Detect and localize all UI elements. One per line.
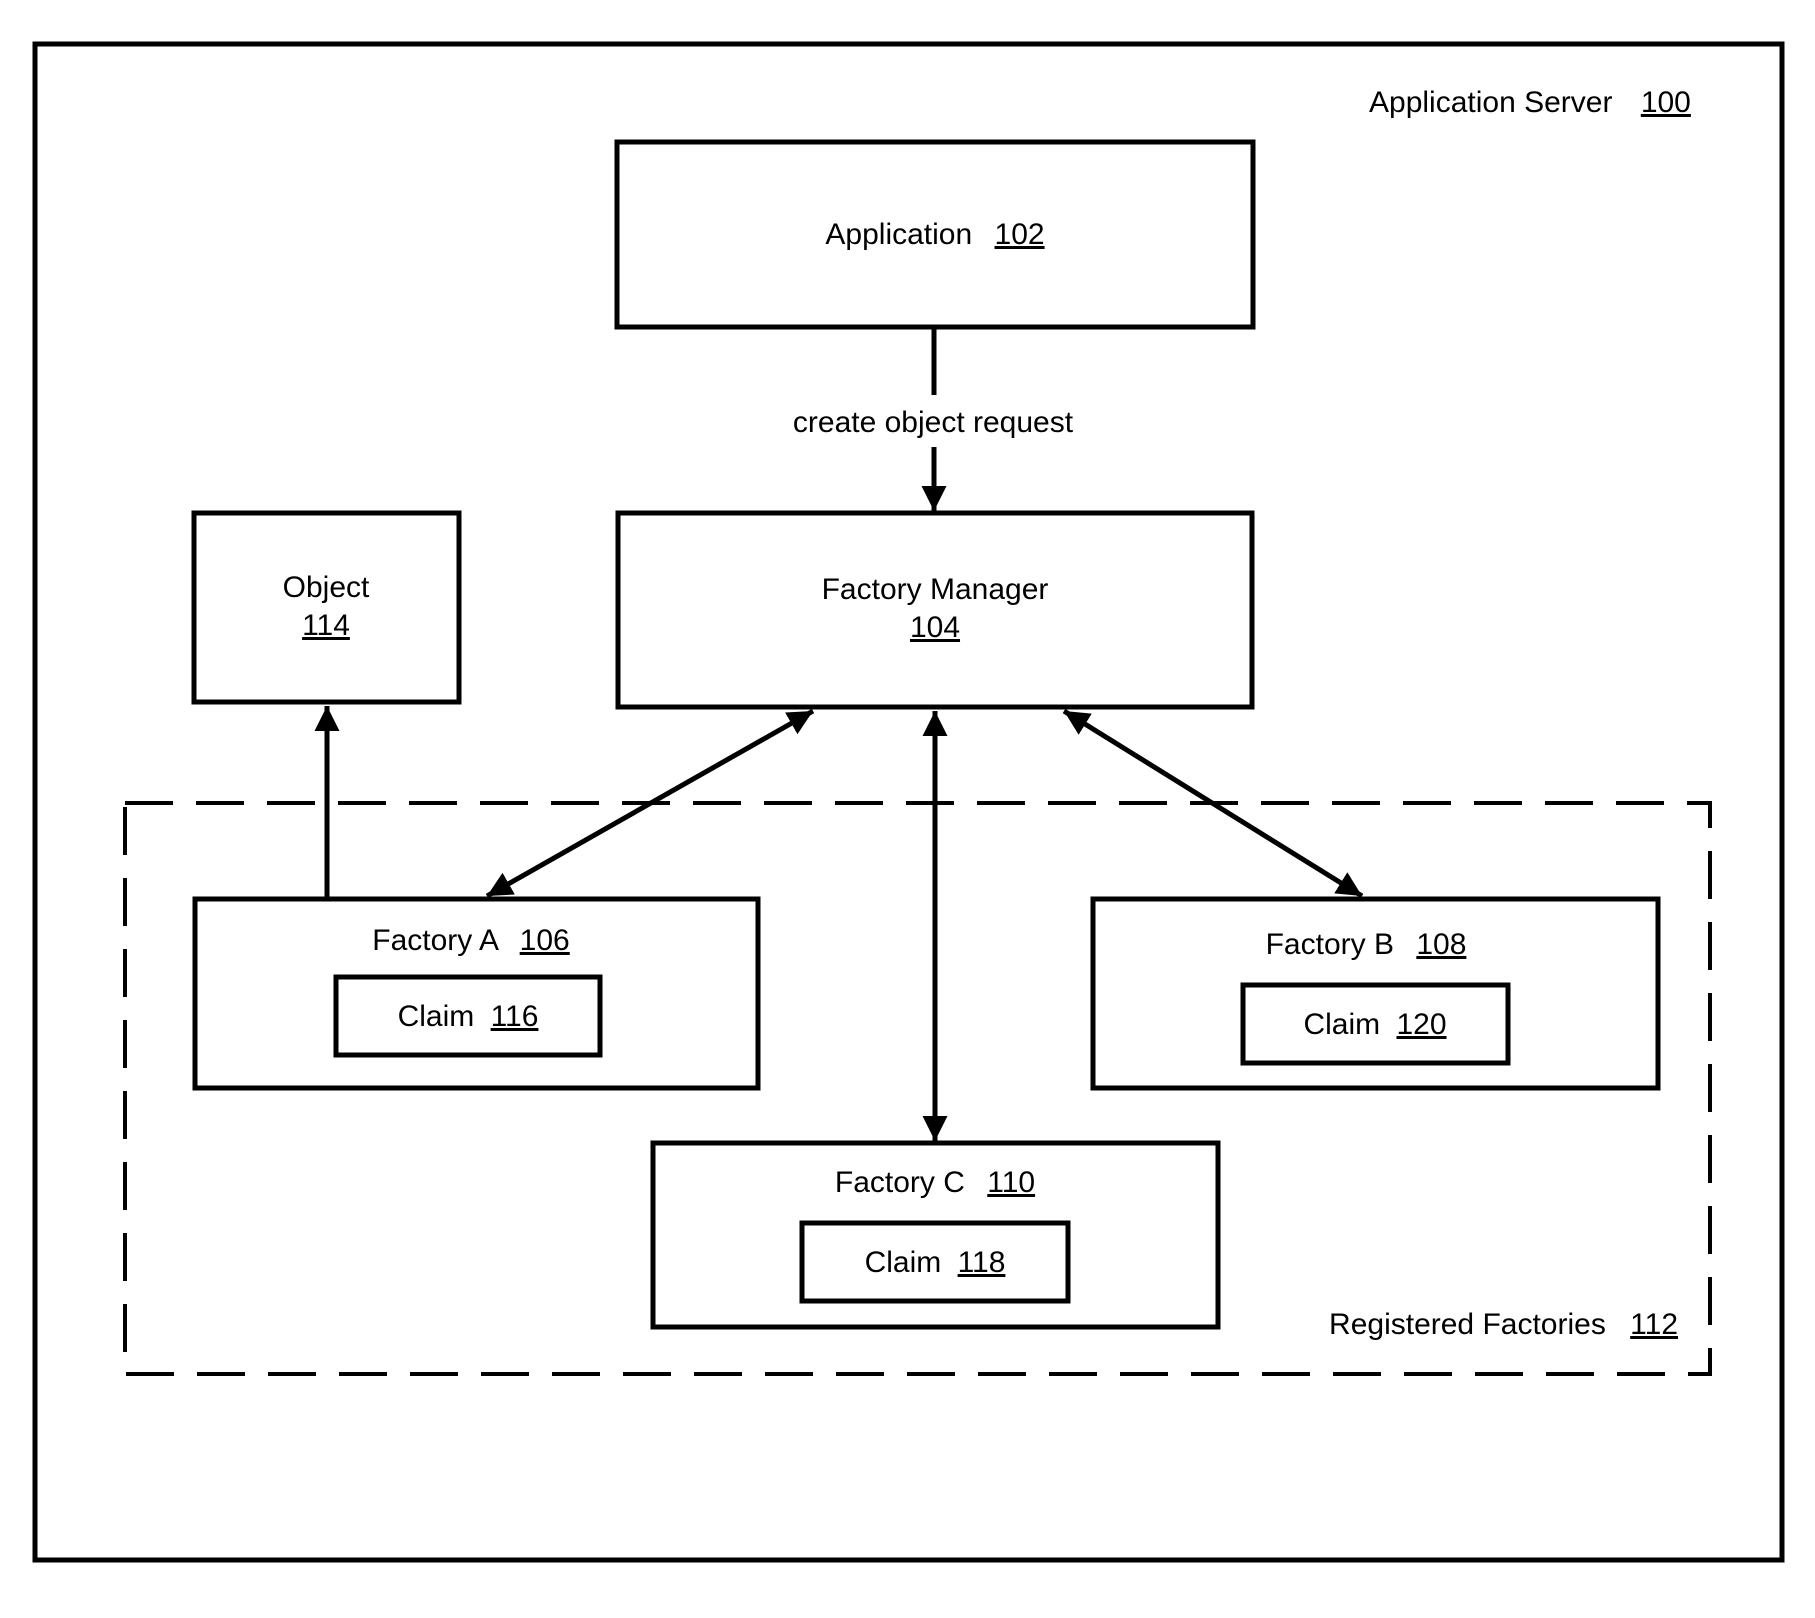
claim-118[interactable]: Claim 118	[799, 1220, 1071, 1304]
object-box	[191, 510, 462, 705]
claim-120-label: Claim 120	[1303, 1008, 1446, 1041]
registered-factories-name: Registered Factories	[1329, 1308, 1606, 1341]
object-name: Object	[283, 571, 370, 604]
factory-b-node[interactable]: Factory B 108 Claim 120	[1090, 896, 1661, 1091]
object-ref: 114	[302, 609, 350, 642]
claim-116-ref: 116	[491, 1000, 539, 1033]
application-node[interactable]: Application 102	[614, 139, 1256, 330]
factory-manager-name: Factory Manager	[822, 573, 1049, 606]
application-server-name: Application Server	[1369, 86, 1612, 119]
factory-manager-node[interactable]: Factory Manager 104	[615, 510, 1255, 710]
factory-manager-ref: 104	[910, 611, 960, 644]
diagram-canvas: Application Server 100 Registered Factor…	[32, 41, 1785, 1563]
application-server-ref: 100	[1641, 86, 1691, 119]
application-label: Application 102	[825, 218, 1044, 251]
factory-a-name: Factory A	[372, 924, 499, 957]
claim-120-name: Claim	[1303, 1008, 1380, 1041]
factory-manager-box	[615, 510, 1255, 710]
claim-120[interactable]: Claim 120	[1240, 982, 1511, 1066]
application-name: Application	[825, 218, 972, 251]
factory-a-ref: 106	[520, 924, 570, 957]
object-node[interactable]: Object 114	[191, 510, 462, 705]
claim-118-ref: 118	[958, 1246, 1006, 1279]
claim-116[interactable]: Claim 116	[333, 974, 603, 1058]
application-server-label: Application Server 100	[1369, 86, 1691, 119]
factory-c-name: Factory C	[835, 1166, 965, 1199]
factory-c-label: Factory C 110	[835, 1166, 1035, 1199]
claim-116-label: Claim 116	[398, 1000, 539, 1033]
factory-c-ref: 110	[987, 1166, 1035, 1199]
registered-factories-ref: 112	[1630, 1308, 1678, 1341]
claim-118-label: Claim 118	[865, 1246, 1006, 1279]
factory-b-label: Factory B 108	[1266, 928, 1467, 961]
factory-b-ref: 108	[1416, 928, 1466, 961]
manager-factory-b-arrow	[1062, 708, 1364, 899]
claim-120-ref: 120	[1396, 1008, 1446, 1041]
factory-b-name: Factory B	[1266, 928, 1394, 961]
registered-factories-label: Registered Factories 112	[1329, 1308, 1678, 1341]
create-request-label: create object request	[793, 406, 1074, 439]
factory-c-node[interactable]: Factory C 110 Claim 118	[650, 1140, 1221, 1330]
claim-116-name: Claim	[398, 1000, 475, 1033]
application-ref: 102	[995, 218, 1045, 251]
factory-a-node[interactable]: Factory A 106 Claim 116	[192, 896, 761, 1091]
factory-a-label: Factory A 106	[372, 924, 569, 957]
claim-118-name: Claim	[865, 1246, 942, 1279]
